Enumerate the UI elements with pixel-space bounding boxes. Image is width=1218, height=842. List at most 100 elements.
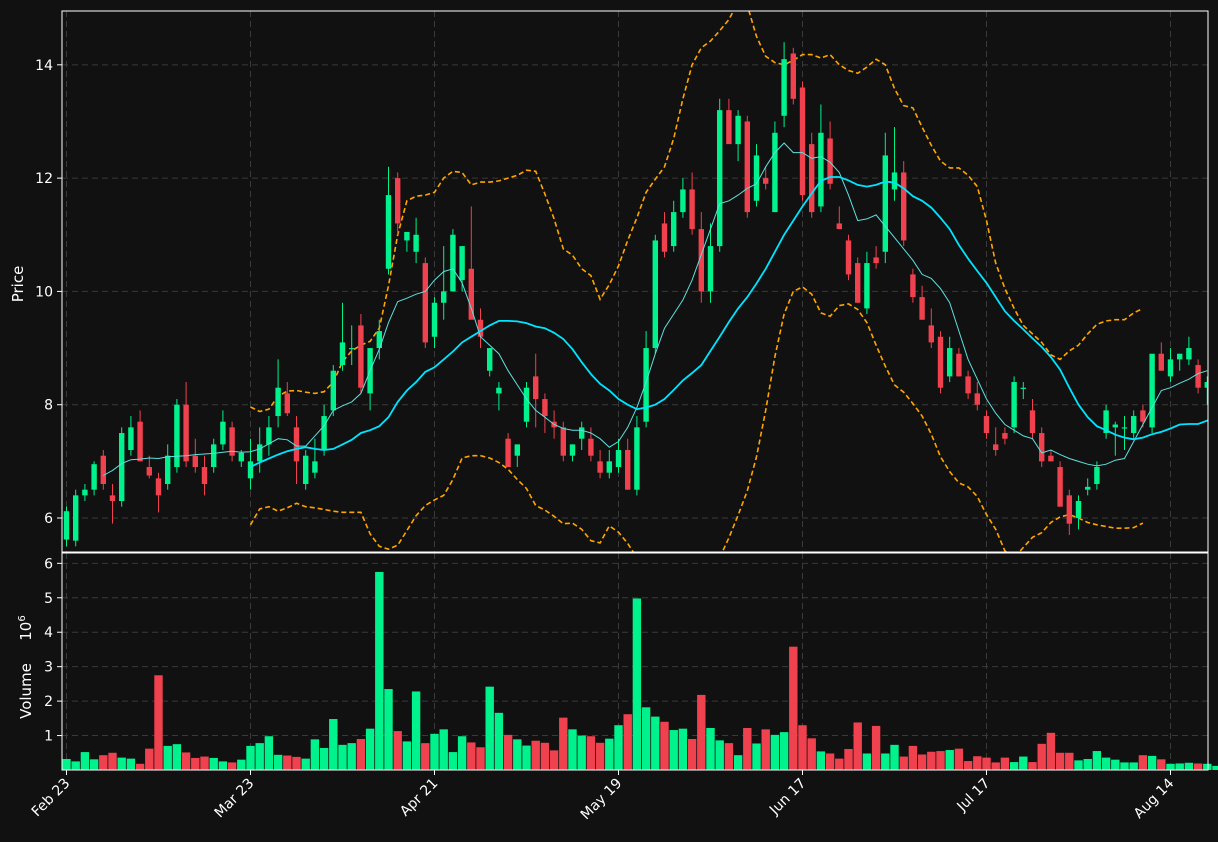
candle-body bbox=[312, 461, 318, 473]
volume-bar bbox=[973, 756, 982, 770]
candle bbox=[901, 161, 907, 247]
volume-bar bbox=[927, 751, 936, 770]
candle-body bbox=[450, 234, 456, 292]
volume-bar bbox=[697, 694, 706, 770]
candle-body bbox=[634, 427, 640, 490]
candle-body bbox=[928, 325, 934, 343]
candle-body bbox=[671, 212, 677, 247]
volume-bar bbox=[595, 742, 605, 770]
candle bbox=[422, 257, 428, 349]
volume-bar bbox=[549, 750, 559, 770]
volume-bar bbox=[430, 733, 439, 770]
volume-bar bbox=[936, 751, 945, 770]
volume-bar bbox=[292, 756, 301, 770]
candle-body bbox=[109, 495, 116, 502]
volume-bar bbox=[375, 571, 384, 770]
candle-body bbox=[937, 336, 944, 388]
volume-bar bbox=[1166, 763, 1175, 770]
candle-body bbox=[1039, 433, 1045, 462]
candle bbox=[73, 489, 79, 547]
candle-body bbox=[1131, 416, 1137, 434]
candle-body bbox=[431, 302, 438, 337]
price-tick-label: 14 bbox=[35, 58, 53, 74]
volume-bar bbox=[577, 735, 586, 770]
candle-body bbox=[956, 353, 962, 377]
candle-body bbox=[174, 404, 180, 468]
candle-body bbox=[707, 246, 714, 292]
candle-body bbox=[661, 223, 668, 252]
candle-body bbox=[1075, 501, 1082, 519]
volume-bar bbox=[439, 729, 448, 770]
candle-body bbox=[155, 478, 162, 496]
candle-body bbox=[763, 178, 769, 184]
candle bbox=[330, 365, 336, 417]
candle-body bbox=[220, 421, 226, 445]
candle-body bbox=[1186, 348, 1192, 360]
candle-body bbox=[579, 427, 585, 439]
candle-body bbox=[864, 263, 870, 309]
candle bbox=[1057, 461, 1063, 507]
volume-tick-label: 5 bbox=[44, 591, 53, 607]
candle-body bbox=[63, 511, 70, 540]
price-tick-label: 10 bbox=[35, 284, 53, 300]
candle-body bbox=[974, 393, 980, 405]
candle-body bbox=[349, 348, 355, 350]
candle-body bbox=[882, 155, 888, 252]
volume-bar bbox=[687, 739, 697, 770]
volume-bar bbox=[614, 725, 623, 770]
candle-body bbox=[284, 393, 290, 414]
candle bbox=[1149, 353, 1155, 434]
volume-bar bbox=[476, 747, 485, 770]
price-tick-label: 8 bbox=[44, 398, 53, 414]
volume-bar bbox=[678, 728, 688, 770]
candle-body bbox=[781, 59, 787, 116]
volume-tick-label: 6 bbox=[44, 556, 53, 572]
candle-body bbox=[82, 489, 88, 496]
candle-body bbox=[625, 450, 631, 490]
candle bbox=[809, 132, 815, 218]
candle-body bbox=[542, 399, 548, 417]
volume-bar bbox=[467, 742, 476, 770]
candle-body bbox=[1002, 433, 1008, 439]
candle-body bbox=[533, 376, 539, 400]
volume-bar bbox=[1037, 743, 1046, 770]
volume-bar bbox=[301, 758, 310, 770]
volume-bar bbox=[963, 761, 973, 770]
candle-body bbox=[505, 438, 511, 468]
candle-body bbox=[119, 433, 125, 502]
candle-body bbox=[818, 132, 824, 207]
volume-bar bbox=[117, 757, 126, 770]
candlestick-chart: 68101214123456Feb 23 Mar 23 Apr 21 May 19 Ju… bbox=[0, 0, 1218, 842]
candle-body bbox=[615, 450, 622, 468]
volume-bar bbox=[982, 757, 991, 770]
candle-body bbox=[404, 231, 410, 241]
candle bbox=[937, 331, 944, 394]
candle-body bbox=[514, 444, 520, 456]
volume-bar bbox=[1065, 752, 1074, 770]
volume-bar bbox=[108, 752, 117, 770]
volume-bar bbox=[485, 686, 494, 770]
price-axis-label: Price bbox=[9, 266, 27, 303]
volume-bar bbox=[126, 758, 136, 770]
candle-body bbox=[597, 461, 603, 473]
volume-bar bbox=[1203, 763, 1212, 770]
volume-bar bbox=[237, 759, 246, 770]
volume-bar bbox=[715, 740, 724, 770]
candle bbox=[845, 234, 852, 281]
candle-body bbox=[643, 348, 649, 422]
volume-bar bbox=[181, 752, 191, 770]
volume-bar bbox=[71, 761, 80, 770]
candle-body bbox=[1066, 495, 1072, 524]
volume-bar bbox=[641, 707, 651, 770]
volume-bar bbox=[825, 753, 835, 770]
volume-bar bbox=[1184, 762, 1194, 770]
volume-bar bbox=[632, 598, 642, 770]
volume-bar bbox=[1000, 757, 1010, 770]
volume-bar bbox=[264, 736, 274, 770]
volume-bar bbox=[789, 646, 798, 770]
candle-body bbox=[606, 461, 612, 473]
volume-bar bbox=[1092, 751, 1102, 770]
candle-body bbox=[680, 189, 686, 213]
volume-bar bbox=[513, 739, 522, 770]
candle-body bbox=[247, 461, 254, 479]
